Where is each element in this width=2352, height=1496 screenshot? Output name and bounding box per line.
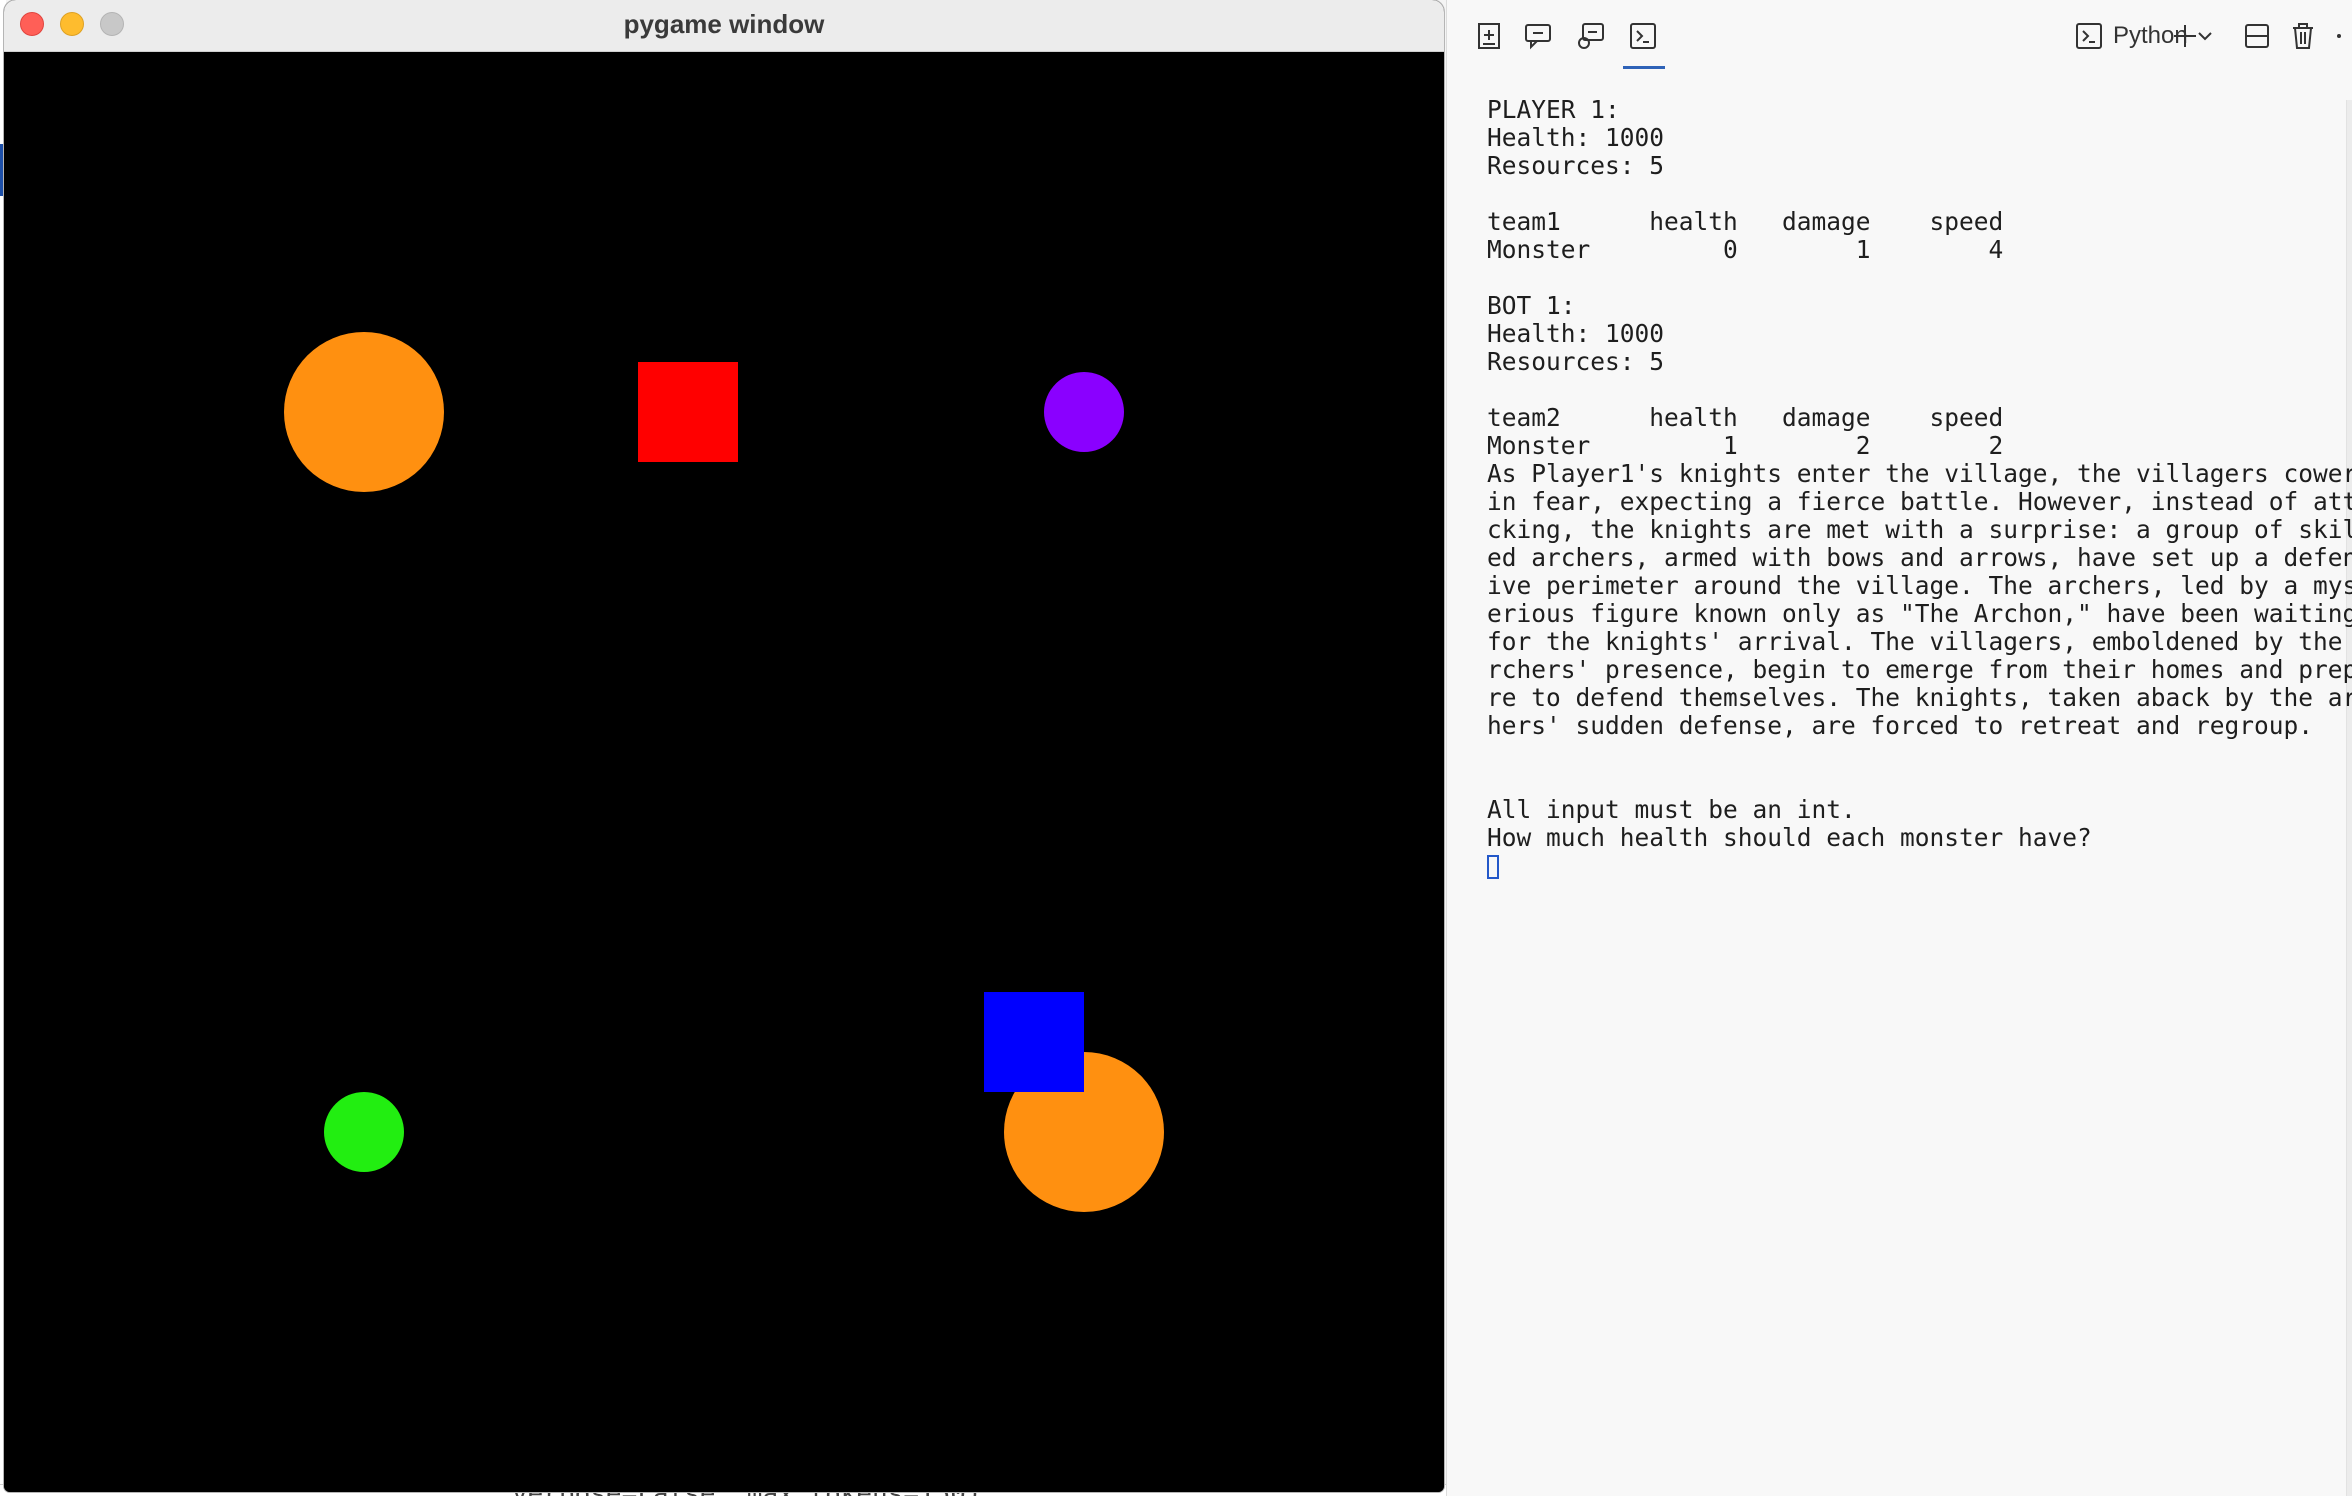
terminal-line: for the knights' arrival. The villagers,…: [1487, 627, 2352, 656]
chat-icon[interactable]: [1521, 18, 1557, 54]
blue-square: [984, 992, 1084, 1092]
active-tab-indicator: [1623, 66, 1665, 69]
screen: verbose=False, max_tokens=150) pygame wi…: [0, 0, 2352, 1496]
terminal-line: ed archers, armed with bows and arrows, …: [1487, 543, 2352, 572]
red-square: [638, 362, 738, 462]
chevron-down-icon[interactable]: [2195, 18, 2215, 54]
terminal-line: ive perimeter around the village. The ar…: [1487, 571, 2352, 600]
game-canvas[interactable]: [4, 52, 1444, 1492]
terminal-prompt-icon: [2076, 23, 2102, 49]
terminal-input-line[interactable]: [1487, 852, 2327, 880]
terminal-line: team1 health damage speed: [1487, 207, 2004, 236]
terminal-line: How much health should each monster have…: [1487, 823, 2092, 852]
purple-circle: [1044, 372, 1124, 452]
terminal-line: Resources: 5: [1487, 347, 1665, 376]
terminal-line: cking, the knights are met with a surpri…: [1487, 515, 2352, 544]
terminal-line: erious figure known only as "The Archon,…: [1487, 599, 2352, 628]
terminal-panel: Python PLAYER 1: Health: 1000 Resources: 5…: [1446, 0, 2352, 1496]
split-icon[interactable]: [2239, 18, 2275, 54]
terminal-line: As Player1's knights enter the village, …: [1487, 459, 2352, 488]
window-title: pygame window: [623, 9, 825, 39]
terminal-line: Health: 1000: [1487, 319, 1665, 348]
terminal-line: Monster 0 1 4: [1487, 235, 2004, 264]
terminal-line: in fear, expecting a fierce battle. Howe…: [1487, 487, 2352, 516]
pygame-window[interactable]: pygame window: [4, 0, 1444, 1492]
terminal-line: All input must be an int.: [1487, 795, 1856, 824]
terminal-cursor: [1487, 855, 1499, 879]
trash-icon[interactable]: [2285, 18, 2321, 54]
terminal-line: Monster 1 2 2: [1487, 431, 2004, 460]
terminal-output[interactable]: PLAYER 1: Health: 1000 Resources: 5 team1 h…: [1487, 95, 2352, 880]
terminal-toolbar: Python: [1447, 0, 2352, 72]
terminal-scrollbar[interactable]: [2346, 100, 2352, 1496]
game-scene: [284, 332, 1164, 1212]
debug-icon[interactable]: [1573, 18, 1609, 54]
terminal-line: hers' sudden defense, are forced to retr…: [1487, 711, 2314, 740]
window-titlebar[interactable]: pygame window: [4, 0, 1444, 52]
orange-circle-top: [284, 332, 444, 492]
terminal-line: Resources: 5: [1487, 151, 1665, 180]
new-notebook-icon[interactable]: [1471, 18, 1507, 54]
more-icon[interactable]: [2331, 18, 2347, 54]
terminal-line: team2 health damage speed: [1487, 403, 2004, 432]
terminal-line: BOT 1:: [1487, 291, 1576, 320]
terminal-line: rchers' presence, begin to emerge from t…: [1487, 655, 2352, 684]
terminal-icon[interactable]: [1625, 18, 1661, 54]
terminal-line: Health: 1000: [1487, 123, 1665, 152]
terminal-line: PLAYER 1:: [1487, 95, 1620, 124]
green-circle: [324, 1092, 404, 1172]
terminal-line: re to defend themselves. The knights, ta…: [1487, 683, 2352, 712]
